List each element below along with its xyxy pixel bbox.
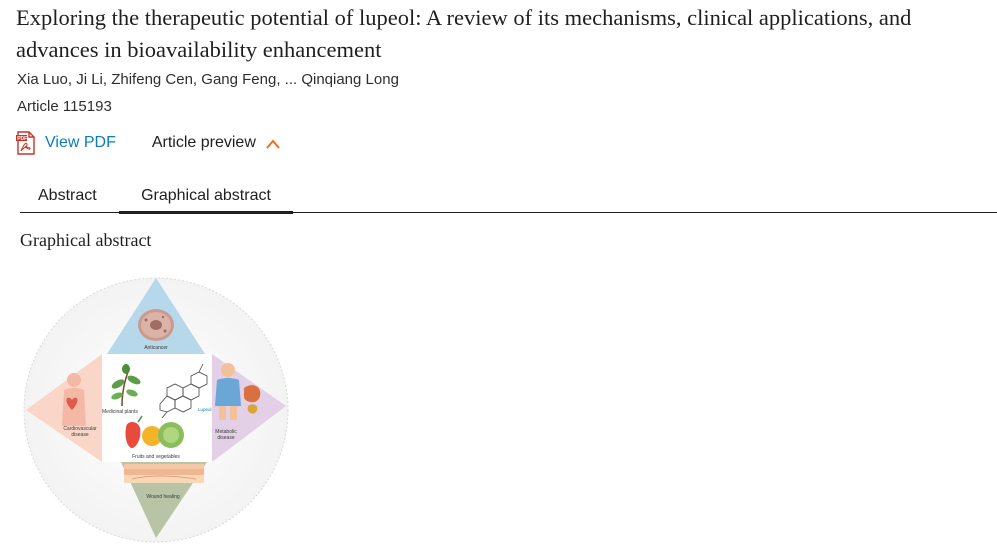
center-panel	[102, 354, 212, 462]
pdf-file-icon: PDF	[16, 131, 36, 155]
view-pdf-link[interactable]: PDF View PDF	[16, 131, 116, 155]
article-number: Article 115193	[17, 98, 112, 115]
anticancer-label: Anticancer	[144, 345, 168, 351]
chevron-up-icon	[265, 137, 281, 149]
skin-layer-icon	[124, 464, 204, 483]
tab-graphical-abstract[interactable]: Graphical abstract	[119, 182, 293, 210]
author-list: Xia Luo, Ji Li, Zhifeng Cen, Gang Feng, …	[17, 71, 399, 88]
metabolic-label-line2: disease	[217, 435, 234, 441]
fruits-label: Fruits and vegetables	[132, 454, 180, 460]
article-preview-label: Article preview	[151, 134, 256, 151]
svg-text:PDF: PDF	[17, 136, 27, 142]
article-title[interactable]: Exploring the therapeutic potential of l…	[16, 2, 991, 66]
compound-label: Lupeol	[198, 407, 212, 412]
active-tab-indicator	[119, 211, 293, 214]
abstract-tabs: Abstract Graphical abstract	[20, 182, 997, 214]
cardio-label-line2: disease	[71, 432, 88, 438]
article-preview-toggle[interactable]: Article preview	[152, 134, 281, 152]
section-heading: Graphical abstract	[20, 230, 152, 250]
article-actions: PDF View PDF Article preview	[16, 130, 281, 156]
wound-label: Wound healing	[146, 494, 179, 500]
cancer-cell-icon	[138, 309, 174, 341]
tab-abstract[interactable]: Abstract	[38, 182, 97, 210]
view-pdf-label: View PDF	[45, 134, 116, 151]
graphical-abstract-figure[interactable]: Anticancer Cardiovascular disease Metabo…	[22, 276, 290, 544]
plants-label: Medicinal plants	[102, 409, 138, 415]
